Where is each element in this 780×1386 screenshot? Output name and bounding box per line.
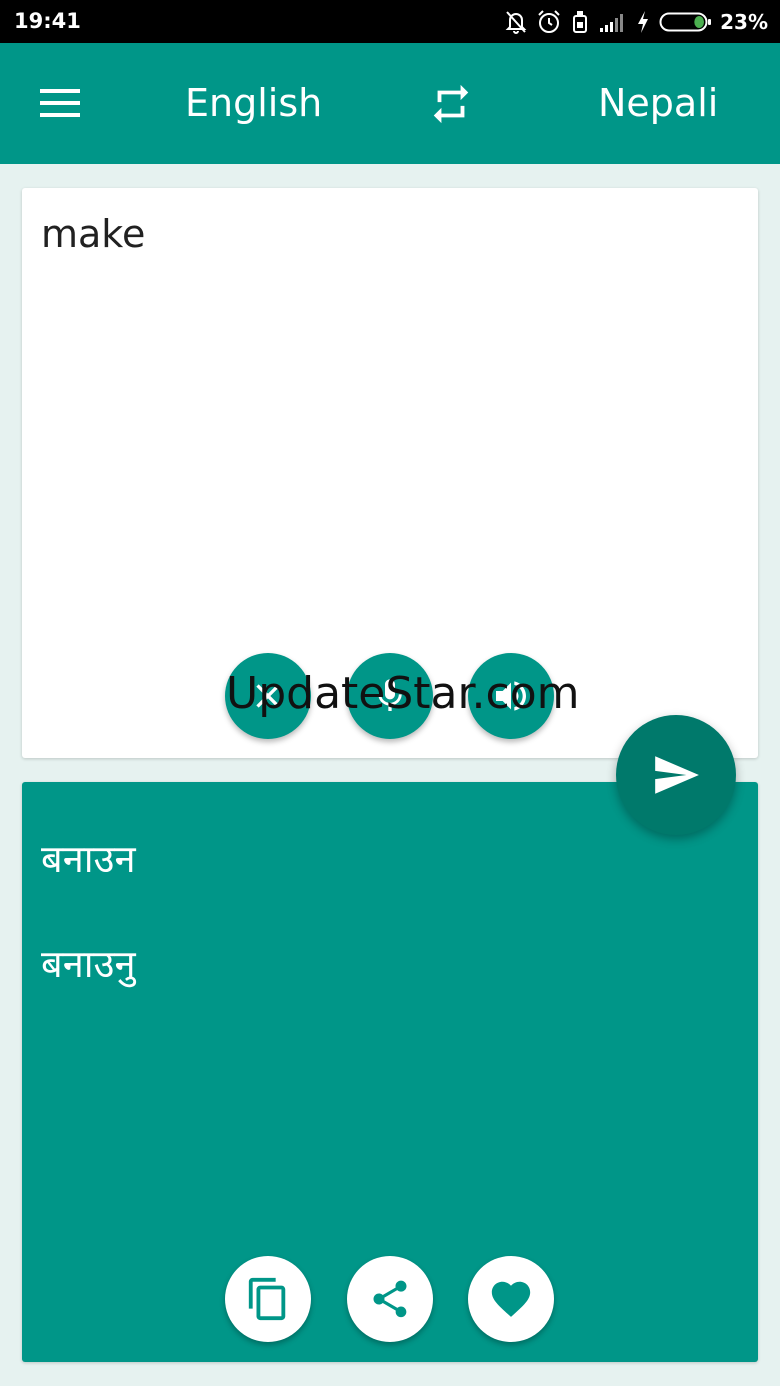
share-button[interactable] [347,1256,433,1342]
menu-icon [40,89,80,117]
copy-icon [248,1277,286,1321]
microphone-button[interactable] [347,653,433,739]
swap-icon [433,84,469,124]
translation-line: बनाउनु [41,942,136,986]
favorite-button[interactable] [468,1256,554,1342]
alarm-icon [537,9,561,35]
clear-icon [256,684,280,708]
app-bar: English Nepali [0,43,780,164]
battery-icon [659,10,713,34]
copy-button[interactable] [225,1256,311,1342]
translation-line: बनाउन [41,837,136,881]
charging-icon [636,10,650,34]
share-icon [373,1280,407,1318]
device-icon [570,9,590,35]
speaker-icon [496,681,526,711]
signal-icon [599,11,627,33]
clear-button[interactable] [225,653,311,739]
target-language-selector[interactable]: Nepali [598,43,718,164]
status-bar: 19:41 23% [0,0,780,43]
notifications-off-icon [504,9,528,35]
swap-languages-button[interactable] [428,81,474,127]
translate-button[interactable] [616,715,736,835]
source-language-selector[interactable]: English [185,43,322,164]
favorite-icon [491,1281,531,1317]
send-icon [655,756,699,794]
status-icons: 23% [504,0,768,43]
mic-icon [378,679,402,711]
menu-button[interactable] [36,83,84,123]
speak-input-button[interactable] [468,653,554,739]
battery-percent: 23% [720,9,768,34]
status-time: 19:41 [14,9,81,33]
source-text-input[interactable]: make [41,212,738,256]
